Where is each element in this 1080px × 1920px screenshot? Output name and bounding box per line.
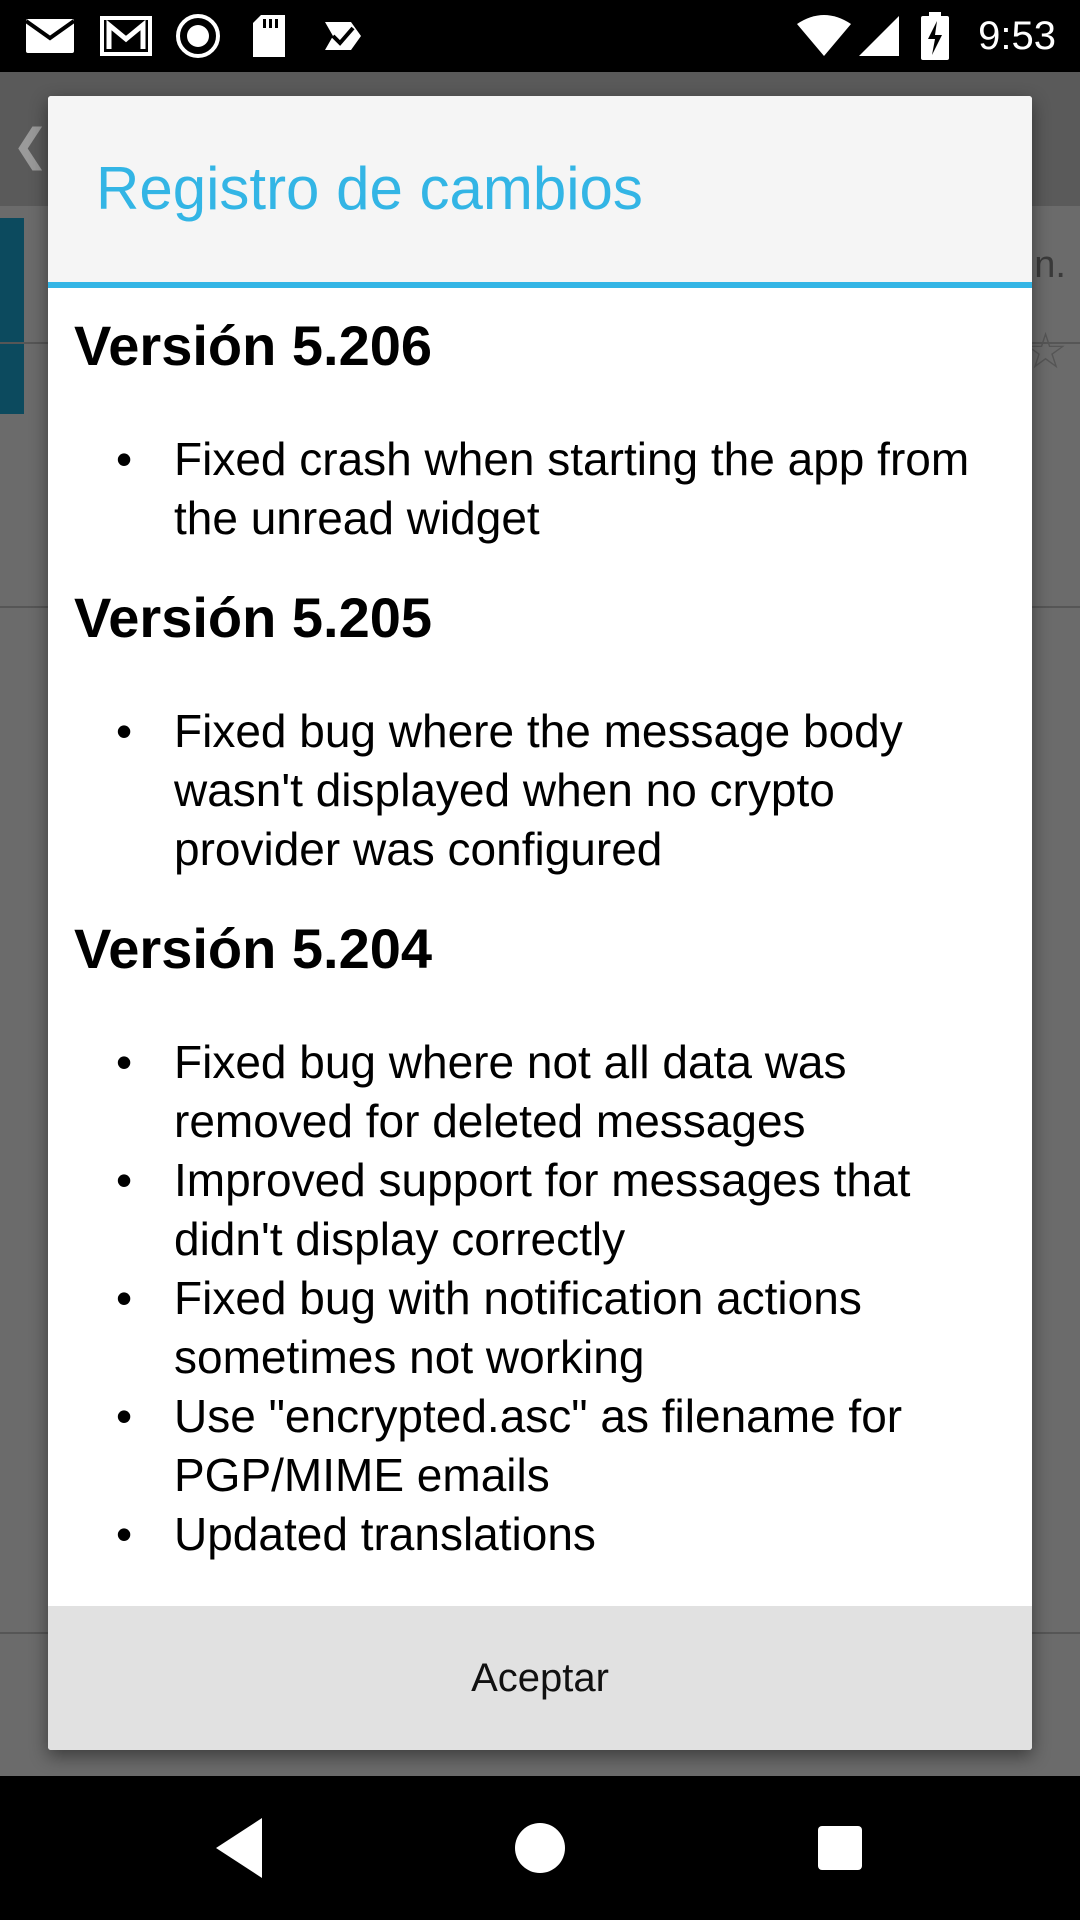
change-line: Fixed bug where the message body [174,705,903,757]
change-line: the unread widget [174,492,540,544]
status-bar: 9:53 [0,0,1080,72]
change-line: Improved support for messages that [174,1154,911,1206]
change-list: • Fixed bug where the message body wasn'… [48,702,1032,879]
battery-charging-icon [918,12,952,60]
change-line: PGP/MIME emails [174,1449,550,1501]
status-time: 9:53 [978,14,1056,58]
bullet: • [116,1508,133,1560]
wifi-icon [794,12,854,60]
version-heading: Versión 5.205 [74,586,433,649]
cell-signal-icon [856,12,902,60]
bullet: • [116,433,133,485]
sd-card-icon [246,12,292,60]
list-item: • Fixed bug where the message body wasn'… [48,702,1032,879]
background-back-icon: ❮ [12,121,49,170]
change-line: Fixed bug where not all data was [174,1036,847,1088]
bullet: • [116,1272,133,1324]
change-list: • Fixed crash when starting the app from… [48,430,1032,548]
bullet: • [116,1390,133,1442]
list-item: • Improved support for messages that did… [48,1151,1032,1269]
dialog-footer: Aceptar [48,1606,1032,1750]
bullet: • [116,705,133,757]
background-text-fragment: n. [1034,244,1066,286]
change-list: • Fixed bug where not all data was remov… [48,1033,1032,1564]
home-icon[interactable] [504,1812,576,1884]
change-line: removed for deleted messages [174,1095,806,1147]
bullet: • [116,1036,133,1088]
accept-button[interactable]: Aceptar [48,1606,1032,1750]
list-item: • Fixed bug where not all data was remov… [48,1033,1032,1151]
email-icon [20,12,80,60]
change-line: Updated translations [174,1508,596,1560]
bullet: • [116,1154,133,1206]
changelog-content[interactable]: Versión 5.206 • Fixed crash when startin… [48,288,1032,1702]
change-line: sometimes not working [174,1331,645,1383]
change-line: Fixed bug with notification actions [174,1272,862,1324]
change-line: wasn't displayed when no crypto [174,764,835,816]
back-icon[interactable] [204,1812,276,1884]
change-line: didn't display correctly [174,1213,626,1265]
dialog-title: Registro de cambios [96,155,643,222]
changelog-dialog: Registro de cambios Versión 5.206 • Fixe… [48,96,1032,1750]
task-check-icon [318,12,368,60]
change-line: provider was configured [174,823,663,875]
list-item: • Updated translations [48,1505,1032,1564]
gmail-icon [96,12,156,60]
recents-icon[interactable] [804,1812,876,1884]
version-heading: Versión 5.206 [74,314,433,377]
sync-circle-icon [172,12,224,60]
dialog-header: Registro de cambios [48,96,1032,288]
list-item: • Fixed crash when starting the app from… [48,430,1032,548]
version-heading: Versión 5.204 [74,917,433,980]
list-item: • Use "encrypted.asc" as filename for PG… [48,1387,1032,1505]
background-accent-bar [0,218,24,414]
navigation-bar [0,1776,1080,1920]
change-line: Fixed crash when starting the app from [174,433,970,485]
change-line: Use "encrypted.asc" as filename for [174,1390,903,1442]
list-item: • Fixed bug with notification actions so… [48,1269,1032,1387]
